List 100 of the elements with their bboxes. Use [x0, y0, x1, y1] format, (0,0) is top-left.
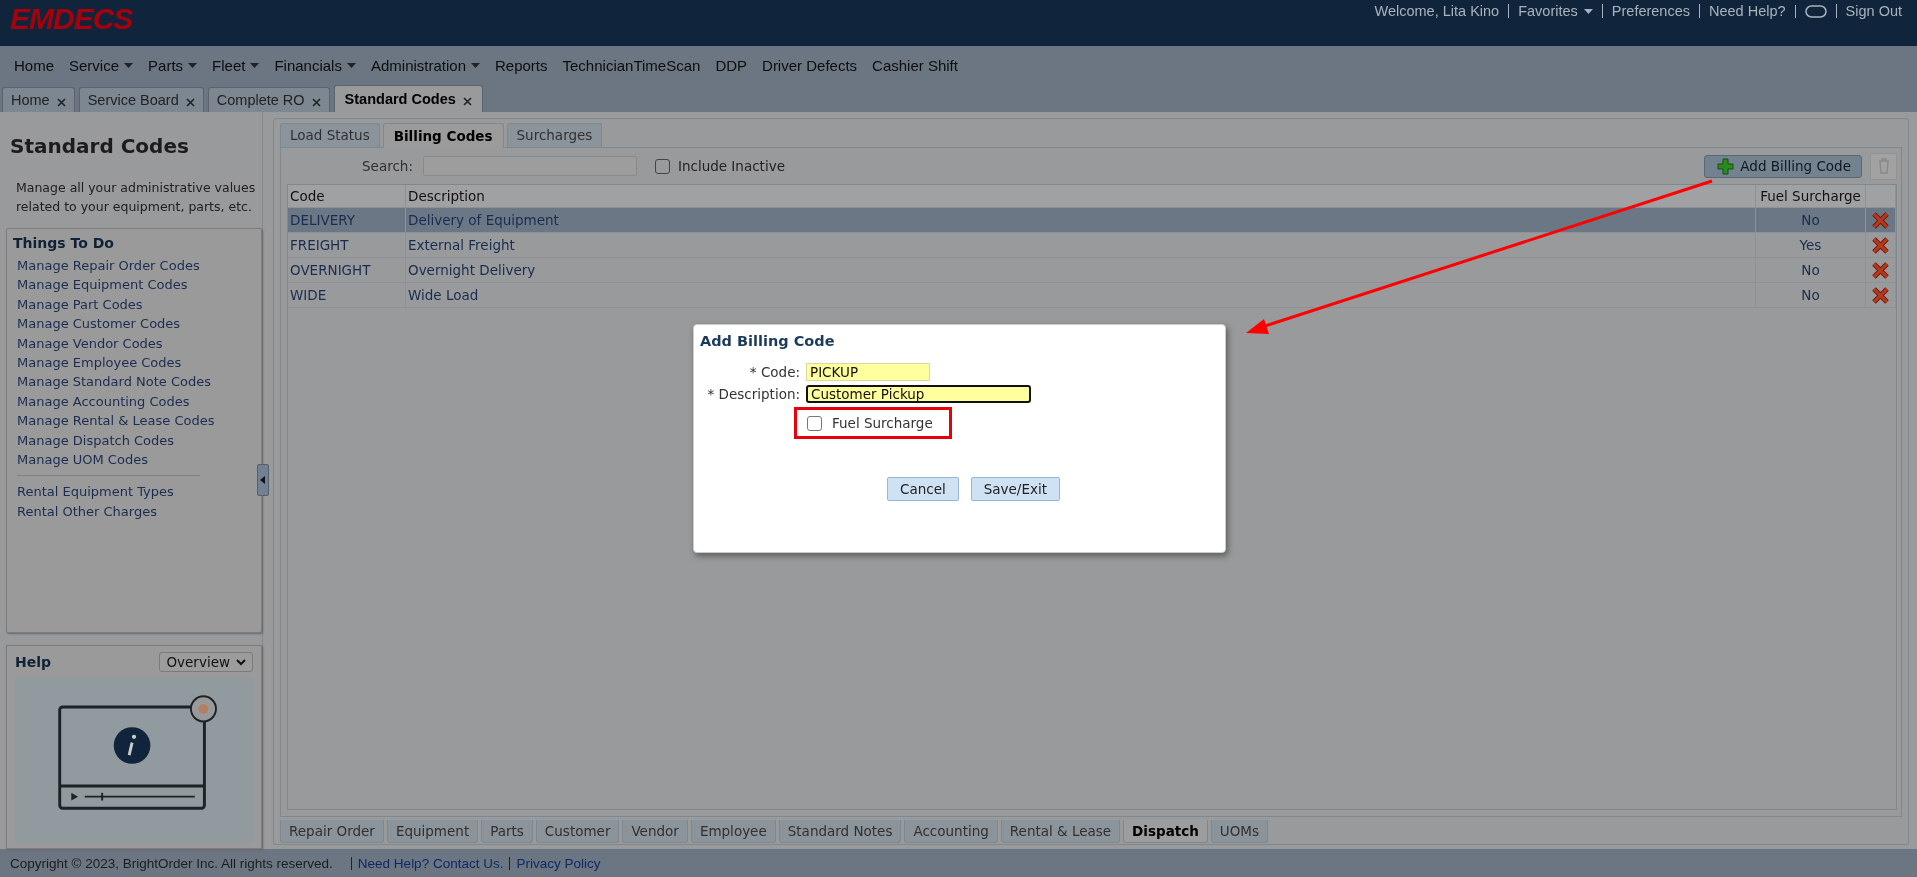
checkbox-label: Include Inactive — [677, 158, 785, 174]
field-label: * Description: — [706, 386, 800, 402]
page-tab[interactable]: Service Board — [78, 87, 204, 112]
sidebar-link[interactable]: Manage Rental & Lease Codes — [13, 411, 261, 431]
table-cell: WIDE — [288, 283, 406, 307]
menu-item[interactable]: Cashier Shift — [872, 56, 958, 74]
table-cell: OVERNIGHT — [288, 258, 406, 282]
field-label: * Code: — [748, 364, 800, 380]
bottom-tab[interactable]: Equipment — [386, 820, 479, 843]
bottom-tab[interactable]: Dispatch — [1123, 820, 1208, 843]
bottom-tab[interactable]: Vendor — [622, 820, 688, 843]
sub-tab[interactable]: Load Status — [280, 123, 380, 147]
table-cell: No — [1756, 283, 1866, 307]
sidebar-description: Manage all your administrative values related to your equipment, parts, etc. — [16, 179, 257, 216]
checkbox-label: Fuel Surcharge — [832, 415, 933, 431]
table-cell: External Freight — [406, 233, 1756, 257]
bottom-tab[interactable]: UOMs — [1210, 820, 1269, 843]
close-icon[interactable] — [56, 97, 66, 107]
header-link[interactable]: Sign Out — [1845, 4, 1902, 18]
column-header: Fuel Surcharge — [1756, 185, 1866, 207]
table-cell: Delivery of Equipment — [406, 208, 1756, 232]
bottom-tab[interactable]: Customer — [535, 820, 620, 843]
sidebar-link[interactable]: Manage Standard Note Codes — [13, 372, 261, 392]
plus-icon — [1717, 157, 1735, 175]
footer-link[interactable]: Privacy Policy — [509, 856, 607, 870]
delete-icon[interactable] — [1872, 236, 1889, 254]
welcome-text: Welcome, Lita Kino — [1374, 4, 1500, 18]
dialog-button[interactable]: Save/Exit — [970, 477, 1060, 501]
menu-item[interactable]: Parts — [148, 56, 184, 74]
table-row[interactable]: FREIGHT External Freight Yes — [288, 233, 1896, 258]
page-tab[interactable]: Standard Codes — [333, 85, 483, 112]
table-cell: DELIVERY — [288, 208, 406, 232]
panel-title: Things To Do — [13, 235, 115, 251]
sidebar-link[interactable]: Manage Accounting Codes — [13, 391, 261, 412]
sidebar-link[interactable]: Manage Dispatch Codes — [13, 430, 261, 451]
table-cell: Yes — [1756, 233, 1866, 257]
bottom-tab[interactable]: Employee — [690, 820, 776, 843]
input-field[interactable]: Customer Pickup — [806, 385, 1031, 403]
sidebar-link[interactable]: Manage UOM Codes — [13, 450, 261, 470]
table-row[interactable]: WIDE Wide Load No — [288, 283, 1896, 308]
dialog-button[interactable]: Cancel — [887, 477, 959, 501]
menu-item[interactable]: DDP — [715, 56, 748, 74]
menu-item[interactable]: TechnicianTimeScan — [562, 56, 701, 74]
panel-title: Help — [15, 654, 52, 670]
fuel-surcharge-checkbox[interactable] — [807, 415, 822, 431]
toggle-icon[interactable] — [1804, 4, 1827, 18]
menu-item[interactable]: Administration — [370, 56, 466, 74]
table-row[interactable]: OVERNIGHT Overnight Delivery No — [288, 258, 1896, 283]
header-link[interactable]: Need Help? — [1709, 4, 1786, 18]
header-link[interactable]: Favorites — [1518, 4, 1578, 18]
table-cell: No — [1756, 208, 1866, 232]
menu-item[interactable]: Service — [69, 56, 120, 74]
delete-icon[interactable] — [1872, 261, 1889, 279]
sub-tab[interactable]: Surcharges — [506, 123, 603, 147]
bottom-tab[interactable]: Accounting — [904, 820, 998, 843]
column-header: Code — [288, 185, 406, 207]
sidebar-link[interactable]: Manage Employee Codes — [13, 353, 261, 373]
help-dropdown[interactable]: Overview — [159, 652, 253, 672]
logo: EMDECS — [10, 1, 133, 37]
table-cell: FREIGHT — [288, 233, 406, 257]
sidebar-link[interactable]: Manage Customer Codes — [13, 314, 261, 334]
column-header: Description — [406, 185, 1756, 207]
trash-icon — [1877, 158, 1890, 174]
page-tab[interactable]: Complete RO — [207, 87, 330, 112]
sub-tab[interactable]: Billing Codes — [382, 123, 504, 148]
table-row[interactable]: DELIVERY Delivery of Equipment No — [288, 208, 1896, 233]
bottom-tab[interactable]: Standard Notes — [778, 820, 902, 843]
sidebar-link[interactable]: Manage Part Codes — [13, 294, 261, 315]
menu-item[interactable]: Driver Defects — [762, 56, 858, 74]
close-icon[interactable] — [311, 97, 321, 107]
collapse-handle[interactable] — [257, 464, 269, 496]
bottom-tab[interactable]: Repair Order — [280, 820, 384, 843]
sidebar-link[interactable]: Rental Equipment Types — [13, 482, 261, 502]
footer-link[interactable]: Need Help? Contact Us. — [350, 856, 510, 870]
table-cell: No — [1756, 258, 1866, 282]
copyright-text: Copyright © 2023, BrightOrder Inc. All rights reserved. — [10, 855, 333, 871]
menu-item[interactable]: Fleet — [212, 56, 246, 74]
sidebar-link[interactable]: Rental Other Charges — [13, 501, 261, 522]
sidebar-link[interactable]: Manage Repair Order Codes — [13, 256, 261, 276]
sidebar-title: Standard Codes — [10, 134, 190, 158]
chevron-down-icon — [236, 658, 246, 666]
delete-icon[interactable] — [1872, 211, 1889, 229]
page-tab[interactable]: Home — [2, 87, 75, 112]
dialog-title: Add Billing Code — [700, 333, 836, 349]
close-icon[interactable] — [185, 97, 195, 107]
delete-icon[interactable] — [1872, 286, 1889, 304]
header-link[interactable]: Preferences — [1611, 4, 1690, 18]
menu-item[interactable]: Financials — [274, 56, 342, 74]
table-cell: Overnight Delivery — [406, 258, 1756, 282]
menu-item[interactable]: Reports — [495, 56, 548, 74]
sidebar-link[interactable]: Manage Equipment Codes — [13, 275, 261, 295]
search-label: Search: — [362, 158, 413, 174]
table-cell: Wide Load — [406, 283, 1756, 307]
bottom-tab[interactable]: Parts — [481, 820, 533, 843]
menu-item[interactable]: Home — [14, 56, 54, 74]
input-field[interactable]: PICKUP — [806, 363, 930, 381]
sidebar-link[interactable]: Manage Vendor Codes — [13, 333, 261, 354]
bottom-tab[interactable]: Rental & Lease — [1000, 820, 1121, 843]
add-billing-code-button[interactable]: Add Billing Code — [1704, 154, 1862, 178]
close-icon[interactable] — [462, 96, 472, 106]
